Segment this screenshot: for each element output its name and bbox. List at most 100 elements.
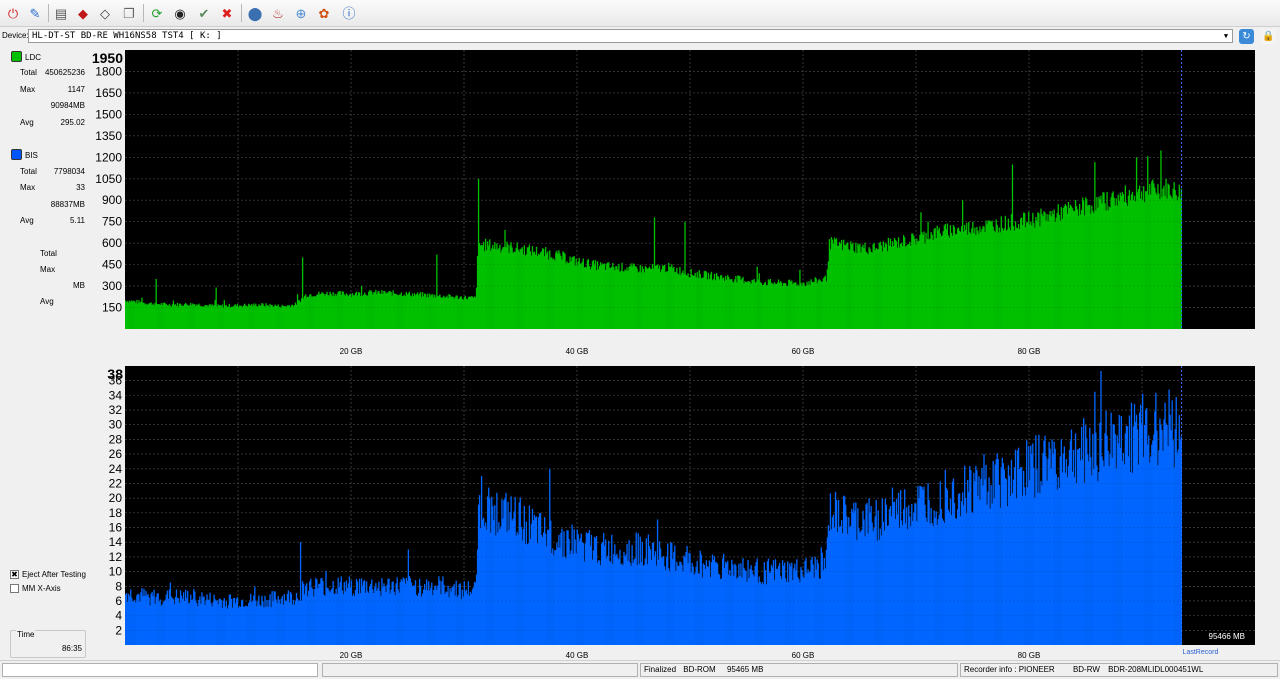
recorder-info: Recorder info : PIONEER	[964, 665, 1055, 674]
bis-y-tick-label: 24	[109, 462, 123, 476]
ldc-y-tick-label: 1650	[95, 86, 122, 100]
disc-info-field: Finalized BD-ROM 95465 MB	[640, 663, 958, 677]
bis-y-tick-label: 20	[109, 491, 123, 505]
third-avg-label: Avg	[40, 297, 54, 306]
progress-field	[2, 663, 318, 677]
disc-size: 95465 MB	[726, 665, 764, 674]
toolbar-separator	[143, 4, 144, 22]
bis-y-max-label: 38	[107, 366, 123, 382]
third-mb-label: MB	[73, 281, 85, 290]
bis-total-label: Total	[20, 167, 37, 176]
status-bar: Finalized BD-ROM 95465 MB Recorder info …	[0, 660, 1280, 679]
disc-icon[interactable]: ⬤	[245, 3, 265, 23]
bis-color-swatch	[11, 149, 22, 160]
bis-x-tick-label: 20 GB	[340, 651, 363, 659]
device-select[interactable]: HL-DT-ST BD-RE WH16NS58 TST4 [ K: ] ▼	[28, 29, 1233, 43]
bis-y-tick-label: 34	[109, 388, 123, 402]
ldc-name: LDC	[25, 53, 42, 62]
status-message-field	[322, 663, 638, 677]
refresh-icon[interactable]: ⟳	[147, 3, 167, 23]
power-icon[interactable]: ⏻	[3, 3, 23, 23]
time-box: Time 86:35	[10, 630, 86, 658]
ldc-y-tick-label: 600	[102, 236, 122, 250]
bis-y-tick-label: 16	[109, 521, 123, 535]
refresh-device-icon[interactable]: ↻	[1239, 29, 1254, 44]
third-max-label: Max	[40, 265, 56, 274]
copy-icon[interactable]: ❐	[119, 3, 139, 23]
recorder-model: BDR-208MLIDL000451WL	[1108, 665, 1204, 674]
toolbar-separator	[48, 4, 49, 22]
ldc-y-tick-label: 150	[102, 301, 122, 315]
ldc-color-swatch	[11, 51, 22, 62]
bis-y-tick-label: 26	[109, 447, 123, 461]
settings-icon[interactable]: ✿	[314, 3, 334, 23]
bis-y-tick-label: 28	[109, 432, 123, 446]
mm-x-axis-label: MM X-Axis	[22, 584, 61, 593]
ldc-chart: 150 300 450 600 750 900 1050 1200 1350 1500 1650 18…	[92, 50, 1255, 356]
bis-max-label: Max	[20, 183, 36, 192]
bis-end-size-label: 95466 MB	[1209, 632, 1245, 641]
lock-icon[interactable]: 🔒	[1261, 29, 1276, 44]
time-label: Time	[16, 630, 36, 639]
disc-scan-icon[interactable]: ◉	[170, 3, 190, 23]
bis-y-tick-label: 2	[115, 623, 122, 637]
ldc-total-label: Total	[20, 68, 37, 77]
bis-max-mb: 88837MB	[50, 200, 85, 209]
bis-avg-label: Avg	[20, 216, 34, 225]
ldc-max-mb: 90984MB	[50, 101, 85, 110]
info-icon[interactable]: ⓘ	[339, 3, 359, 23]
ldc-y-tick-label: 750	[102, 215, 122, 229]
check-icon[interactable]: ✔	[194, 3, 214, 23]
bis-last-record-label: LastRecord	[1183, 649, 1219, 656]
toolbar: ⏻ ✎ ▤ ◆ ◇ ❐ ⟳ ◉ ✔ ✖ ⬤ ♨ ⊕ ✿ ⓘ	[0, 0, 1280, 27]
ldc-x-tick-label: 20 GB	[340, 347, 363, 356]
bis-max-value: 33	[76, 183, 85, 192]
bis-y-tick-label: 12	[109, 550, 123, 564]
ldc-y-tick-label: 1050	[95, 172, 122, 186]
bis-y-tick-label: 22	[109, 476, 123, 490]
ldc-avg-value: 295.02	[60, 118, 85, 127]
time-value: 86:35	[61, 644, 82, 653]
recorder-info-field: Recorder info : PIONEER BD-RW BDR-208MLI…	[960, 663, 1278, 677]
bis-x-tick-label: 40 GB	[566, 651, 589, 659]
chevron-down-icon[interactable]: ▼	[1221, 30, 1231, 42]
stop-icon[interactable]: ✖	[217, 3, 237, 23]
finalized-status: Finalized	[644, 665, 677, 674]
ldc-x-tick-label: 40 GB	[566, 347, 589, 356]
device-bar: Device: HL-DT-ST BD-RE WH16NS58 TST4 [ K…	[0, 27, 1280, 46]
bis-name: BIS	[25, 151, 38, 160]
eject-after-testing-label: Eject After Testing	[22, 570, 86, 579]
rgb-icon[interactable]: ✎	[25, 3, 45, 23]
ldc-avg-label: Avg	[20, 118, 34, 127]
ldc-y-tick-label: 1500	[95, 107, 122, 121]
bis-y-tick-label: 30	[109, 418, 123, 432]
write-icon[interactable]: ⊕	[291, 3, 311, 23]
bis-avg-value: 5.11	[70, 216, 85, 225]
stats-sidebar: LDC Total 450625236 Max 1147 90984MB Avg…	[0, 46, 88, 658]
mm-x-axis-checkbox[interactable]	[10, 584, 19, 593]
toolbar-separator	[241, 4, 242, 22]
ldc-x-tick-label: 60 GB	[792, 347, 815, 356]
bis-y-tick-label: 4	[115, 609, 122, 623]
ldc-max-value: 1147	[67, 85, 85, 94]
burn-icon[interactable]: ♨	[268, 3, 288, 23]
erase-icon[interactable]: ◆	[73, 3, 93, 23]
ldc-total-value: 450625236	[44, 68, 85, 77]
eject-icon[interactable]: ◇	[95, 3, 115, 23]
recorder-type: BD-RW	[1072, 665, 1100, 674]
charts-area: 150 300 450 600 750 900 1050 1200 1350 1500 1650 18…	[92, 50, 1255, 659]
device-value: HL-DT-ST BD-RE WH16NS58 TST4 [ K: ]	[32, 31, 222, 41]
ldc-y-tick-label: 1800	[95, 64, 122, 78]
bis-y-tick-label: 32	[109, 403, 123, 417]
device-label: Device:	[2, 31, 29, 40]
ldc-y-tick-label: 300	[102, 279, 122, 293]
bis-y-tick-label: 6	[115, 594, 122, 608]
bis-chart: 246810121416182022242628303234363820 GB 4…	[107, 366, 1255, 659]
bis-total-value: 7798034	[53, 167, 85, 176]
ldc-y-tick-label: 1200	[95, 150, 122, 164]
ldc-y-tick-label: 450	[102, 258, 122, 272]
eject-after-testing-checkbox[interactable]: ✖	[10, 570, 19, 579]
drive-icon[interactable]: ▤	[51, 3, 71, 23]
ldc-max-label: Max	[20, 85, 36, 94]
ldc-y-tick-label: 1350	[95, 129, 122, 143]
